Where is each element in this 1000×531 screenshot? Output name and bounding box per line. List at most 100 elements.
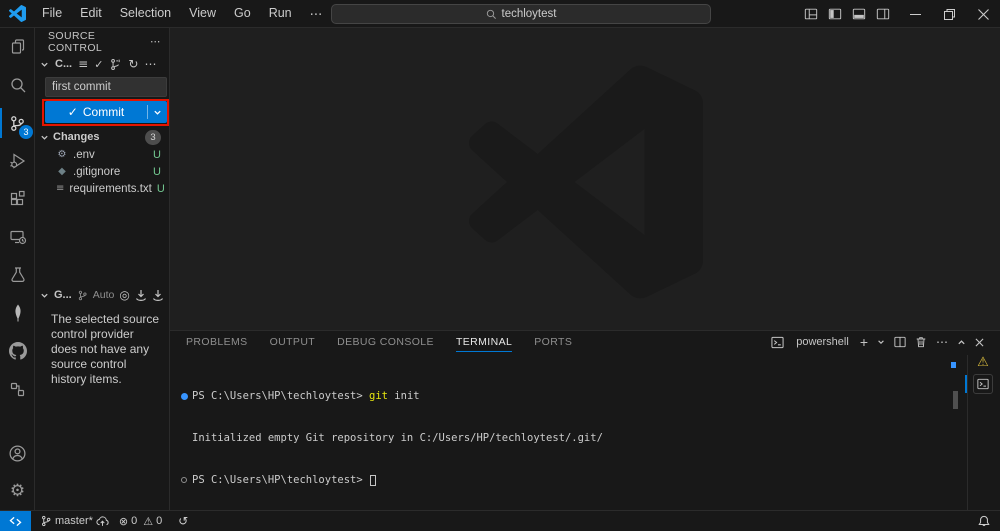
history-status-item[interactable]: ↺: [173, 511, 193, 531]
remote-explorer-icon[interactable]: [0, 218, 35, 256]
menu-run[interactable]: Run: [261, 3, 300, 24]
changed-file-row[interactable]: ◆ .gitignore U: [35, 163, 169, 180]
new-terminal-icon[interactable]: +: [860, 334, 868, 350]
accounts-icon[interactable]: [0, 434, 35, 472]
warning-count: 0: [156, 515, 162, 527]
customize-layout-icon[interactable]: [804, 7, 818, 21]
terminal-shell-icon: [771, 336, 784, 349]
tab-output[interactable]: OUTPUT: [270, 333, 316, 351]
remote-indicator[interactable]: [0, 511, 31, 531]
command-center-search[interactable]: techloytest: [331, 4, 711, 24]
terminal-command: git: [369, 389, 388, 403]
menu-overflow-icon[interactable]: ⋯: [302, 3, 331, 24]
command-pending-decoration[interactable]: [178, 477, 190, 483]
project-manager-icon[interactable]: [0, 370, 35, 408]
editor-area: [170, 28, 1000, 330]
github-icon[interactable]: [0, 332, 35, 370]
refresh-icon[interactable]: ↻: [128, 57, 138, 71]
settings-gear-icon[interactable]: ⚙: [0, 472, 35, 510]
restore-button[interactable]: [932, 0, 966, 28]
toggle-secondary-sidebar-icon[interactable]: [876, 7, 890, 21]
terminal-output[interactable]: PS C:\Users\HP\techloytest> git init Ini…: [178, 361, 954, 515]
source-control-icon[interactable]: 3: [0, 104, 35, 142]
commit-message-input[interactable]: [45, 77, 167, 97]
command-success-decoration[interactable]: [178, 393, 190, 400]
bell-icon: [978, 515, 990, 528]
toggle-panel-icon[interactable]: [852, 7, 866, 21]
tab-problems[interactable]: PROBLEMS: [186, 333, 248, 351]
tab-ports[interactable]: PORTS: [534, 333, 572, 351]
changed-file-row[interactable]: ⚙ .env U: [35, 146, 169, 163]
history-icon: ↺: [178, 514, 188, 528]
shell-label[interactable]: powershell: [796, 336, 849, 348]
notifications-item[interactable]: [973, 511, 1000, 531]
menu-go[interactable]: Go: [226, 3, 259, 24]
warnings-icon: ⚠: [143, 515, 153, 528]
untracked-status: U: [153, 149, 161, 161]
extensions-icon[interactable]: [0, 180, 35, 218]
split-terminal-icon[interactable]: [894, 336, 906, 348]
repo-section-header[interactable]: C... ≡ ✓ ↻ ⋯: [40, 55, 165, 73]
vscode-window: File Edit Selection View Go Run ⋯ ← → te…: [0, 0, 1000, 531]
terminal-scrollbar-thumb[interactable]: [953, 391, 958, 409]
powershell-terminal-tab[interactable]: [973, 374, 993, 394]
close-button[interactable]: [966, 0, 1000, 28]
terminal-prompt: PS C:\Users\HP\techloytest>: [192, 473, 369, 487]
menu-view[interactable]: View: [181, 3, 224, 24]
launch-profile-chevron-icon[interactable]: [877, 338, 885, 346]
chevron-down-icon[interactable]: [40, 60, 49, 69]
minimize-button[interactable]: [898, 0, 932, 28]
terminal-tabs-separator[interactable]: [967, 355, 968, 510]
search-sidebar-icon[interactable]: [0, 66, 35, 104]
search-icon: [486, 9, 497, 20]
sidebar-title: SOURCE CONTROL: [48, 30, 150, 54]
publish-changes-icon[interactable]: [96, 515, 109, 527]
panel-more-actions-icon[interactable]: ⋯: [936, 335, 948, 349]
scrollbar-command-decoration: [951, 362, 956, 368]
changes-section-header[interactable]: Changes 3: [40, 128, 161, 146]
graph-section-header[interactable]: G... Auto ◎: [40, 286, 169, 304]
create-branch-icon[interactable]: [109, 58, 122, 71]
fetch-icon[interactable]: [135, 289, 147, 302]
commit-button[interactable]: ✓ Commit: [45, 101, 167, 123]
shell-warning-icon[interactable]: ⚠: [977, 355, 989, 370]
panel-tab-bar: PROBLEMS OUTPUT DEBUG CONSOLE TERMINAL P…: [186, 331, 572, 353]
toggle-primary-sidebar-icon[interactable]: [828, 7, 842, 21]
maximize-panel-icon[interactable]: [957, 338, 966, 347]
testing-icon[interactable]: [0, 256, 35, 294]
mongodb-icon[interactable]: [0, 294, 35, 332]
chevron-down-icon[interactable]: [40, 291, 49, 300]
error-count: 0: [131, 515, 137, 527]
source-control-sidebar: SOURCE CONTROL ⋯ C... ≡ ✓ ↻ ⋯ ✓ Commit: [35, 28, 170, 510]
branch-status-item[interactable]: master*: [35, 511, 114, 531]
activity-bar-spacer: [0, 408, 34, 434]
gitignore-file-icon: ◆: [56, 166, 68, 177]
terminal-command-args: init: [388, 389, 420, 403]
explorer-icon[interactable]: [0, 28, 35, 66]
auto-label: Auto: [93, 289, 115, 301]
menu-edit[interactable]: Edit: [72, 3, 110, 24]
fetch-icon[interactable]: [152, 289, 164, 302]
commit-action-icon[interactable]: ✓: [94, 58, 103, 71]
status-bar: master* ⊗ 0 ⚠ 0 ↺: [0, 510, 1000, 531]
file-name: requirements.txt: [69, 183, 151, 195]
problems-status-item[interactable]: ⊗ 0 ⚠ 0: [114, 511, 167, 531]
changed-file-row[interactable]: ≡ requirements.txt U: [35, 180, 169, 197]
menu-selection[interactable]: Selection: [112, 3, 179, 24]
sidebar-more-actions-icon[interactable]: ⋯: [150, 36, 161, 48]
commit-dropdown-chevron-icon[interactable]: [148, 108, 167, 117]
terminal-tabs-list: ⚠: [970, 355, 996, 394]
run-and-debug-icon[interactable]: [0, 142, 35, 180]
file-name: .env: [73, 149, 95, 161]
graph-empty-message: The selected source control provider doe…: [51, 312, 163, 387]
target-icon[interactable]: ◎: [119, 288, 129, 302]
menu-file[interactable]: File: [34, 3, 70, 24]
chevron-down-icon[interactable]: [40, 133, 49, 142]
kill-terminal-trash-icon[interactable]: [915, 336, 927, 348]
tab-terminal[interactable]: TERMINAL: [456, 333, 512, 352]
tab-debug-console[interactable]: DEBUG CONSOLE: [337, 333, 434, 351]
view-as-list-icon[interactable]: ≡: [78, 57, 88, 71]
close-panel-icon[interactable]: [975, 338, 984, 347]
repo-more-actions-icon[interactable]: ⋯: [144, 57, 156, 71]
bottom-panel: PROBLEMS OUTPUT DEBUG CONSOLE TERMINAL P…: [170, 330, 1000, 510]
